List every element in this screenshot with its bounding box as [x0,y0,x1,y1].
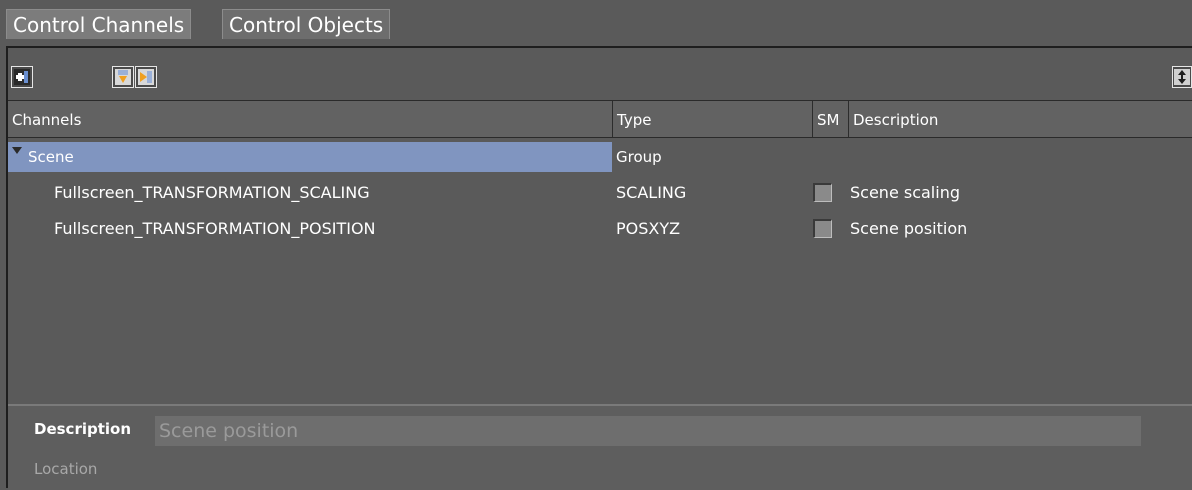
group-name: Scene [28,148,74,166]
column-header-type[interactable]: Type [612,101,810,137]
sm-checkbox[interactable] [813,183,832,202]
channel-description: Scene position [850,219,968,238]
control-channels-panel: Channels Type SM Description Scene Group… [6,46,1192,490]
location-label: Location [34,460,98,478]
details-panel: Description Location [8,404,1192,490]
expand-vertical-button[interactable] [1172,66,1192,88]
group-type: Group [616,148,662,166]
tab-control-channels[interactable]: Control Channels [6,9,192,39]
channel-description: Scene scaling [850,183,960,202]
description-field[interactable] [155,416,1141,446]
add-channel-icon [14,69,30,85]
selection-highlight [8,142,612,172]
column-header-sm[interactable]: SM [812,101,848,137]
tab-control-objects[interactable]: Control Objects [222,9,391,39]
channel-type: POSXYZ [616,219,681,238]
channel-type: SCALING [616,183,687,202]
import-icon [115,69,131,85]
expand-vertical-icon [1174,69,1190,85]
toolbar [8,48,1192,100]
export-icon [138,69,154,85]
tab-bar: Control Channels Control Objects [0,0,1192,46]
channel-name: Fullscreen_TRANSFORMATION_SCALING [54,183,370,202]
description-label: Description [34,420,132,438]
sm-checkbox[interactable] [813,219,832,238]
column-header-channels[interactable]: Channels [8,101,610,137]
table-header: Channels Type SM Description [8,100,1192,138]
group-row-scene[interactable]: Scene Group [8,140,1192,174]
table-row[interactable]: Fullscreen_TRANSFORMATION_SCALING SCALIN… [8,176,1192,210]
import-button[interactable] [112,66,134,88]
table-row[interactable]: Fullscreen_TRANSFORMATION_POSITION POSXY… [8,212,1192,246]
expand-triangle-icon[interactable] [12,147,22,154]
export-button[interactable] [135,66,157,88]
channel-name: Fullscreen_TRANSFORMATION_POSITION [54,219,376,238]
column-header-description[interactable]: Description [848,101,1192,137]
add-channel-button[interactable] [11,66,33,88]
